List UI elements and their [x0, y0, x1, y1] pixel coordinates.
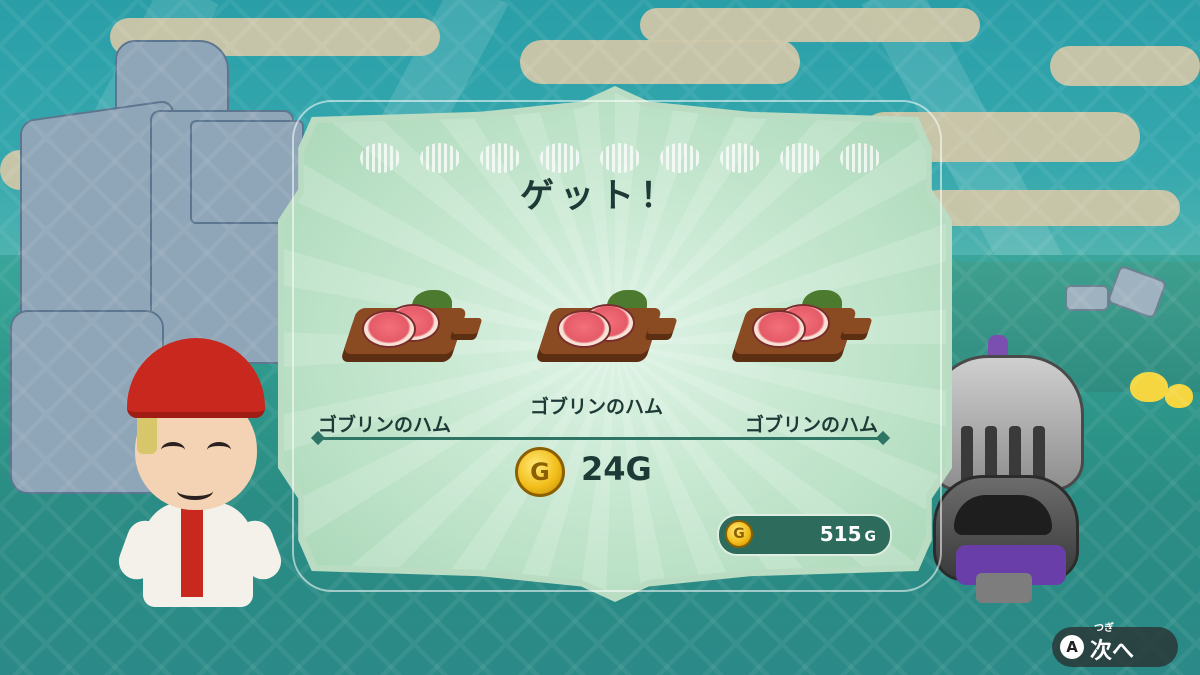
wallet-amount: 515 G	[820, 522, 876, 546]
mii-character-red-cap	[113, 330, 287, 610]
reward-item-icon	[730, 290, 900, 400]
wallet-gold-display: G 515 G	[717, 514, 892, 556]
stripe-ornament	[840, 143, 880, 173]
reward-item-name: ゴブリンのハム	[745, 414, 879, 436]
cutting-board-handle	[451, 318, 483, 334]
next-furigana: つぎ	[1094, 623, 1114, 634]
divider-line	[318, 437, 884, 440]
mii-mouth	[177, 482, 213, 500]
stripe-ornament	[360, 143, 400, 173]
stripe-ornament	[780, 143, 820, 173]
next-button[interactable]: A 次へ	[1052, 627, 1178, 667]
mii-sash	[181, 502, 203, 597]
knight-visor	[954, 495, 1052, 535]
knight-legs	[976, 573, 1032, 603]
gold-coin-icon: G	[515, 447, 565, 497]
ham-slice	[752, 310, 806, 348]
mii-red-cap	[127, 338, 265, 418]
reward-item-name: ゴブリンのハム	[318, 414, 452, 436]
mii-eye	[161, 442, 185, 458]
wallet-amount-unit: G	[864, 529, 877, 545]
cutting-board-handle	[841, 318, 873, 334]
wallet-amount-value: 515	[819, 522, 862, 546]
a-button-icon: A	[1060, 635, 1084, 659]
reward-item-name: ゴブリンのハム	[530, 396, 664, 418]
reward-item-icon	[340, 290, 510, 400]
reward-title: ゲット！	[520, 176, 680, 216]
next-label: 次へ	[1090, 639, 1135, 664]
reward-item-icon	[535, 290, 705, 400]
gold-coin-icon: G	[725, 520, 753, 548]
ham-slice	[557, 310, 611, 348]
ham-slice	[362, 310, 416, 348]
mii-eye	[207, 442, 231, 458]
cutting-board-handle	[646, 318, 678, 334]
gold-gain-amount: 24G	[581, 450, 652, 488]
